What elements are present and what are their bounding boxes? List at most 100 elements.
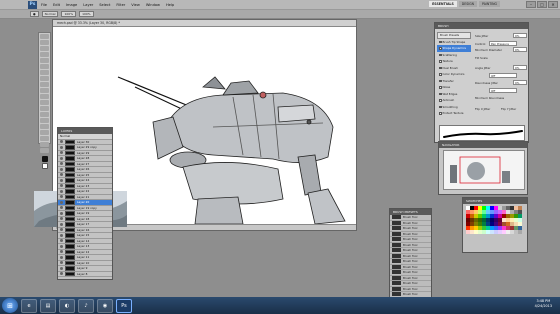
mode-select[interactable]: Normal (41, 11, 59, 17)
hand-tool-icon[interactable] (40, 142, 49, 147)
brush-picker[interactable]: ● (30, 11, 39, 17)
blur-tool-icon[interactable] (40, 106, 49, 111)
eye-icon[interactable] (60, 239, 63, 243)
document-tab[interactable]: mech.psd @ 33.3% (Layer 30, RGB/8) * (53, 20, 356, 27)
quick-select-tool-icon[interactable] (40, 52, 49, 57)
size-jitter-field[interactable]: 0% (513, 33, 527, 38)
taskbar-photoshop-icon[interactable]: Ps (116, 298, 132, 313)
dodge-tool-icon[interactable] (40, 112, 49, 117)
eye-icon[interactable] (60, 266, 63, 270)
eye-icon[interactable] (60, 140, 63, 144)
checkbox-icon[interactable] (439, 47, 442, 50)
color-swatch[interactable] (518, 230, 522, 234)
flow-field[interactable]: 100% (79, 11, 94, 17)
eye-icon[interactable] (60, 156, 63, 160)
menu-edit[interactable]: Edit (53, 3, 60, 7)
start-button[interactable]: ⊞ (2, 298, 18, 313)
workspace-design[interactable]: DESIGN (458, 1, 478, 7)
taskbar-chrome-icon[interactable]: ◐ (59, 298, 75, 313)
taskbar-ie-icon[interactable]: e (21, 298, 37, 313)
history-brush-tool-icon[interactable] (40, 88, 49, 93)
angle-control-select[interactable]: Off (489, 73, 517, 78)
roundness-jitter-field[interactable]: 0% (513, 80, 527, 85)
checkbox-icon[interactable] (439, 40, 442, 43)
eye-icon[interactable] (60, 200, 63, 204)
eye-icon[interactable] (60, 244, 63, 248)
move-tool-icon[interactable] (40, 34, 49, 39)
gradient-tool-icon[interactable] (40, 100, 49, 105)
close-button[interactable]: ✕ (548, 1, 558, 8)
checkbox-icon[interactable] (439, 86, 442, 89)
background-color-swatch[interactable] (41, 163, 48, 169)
checkbox-icon[interactable] (439, 73, 442, 76)
checkbox-icon[interactable] (439, 105, 442, 108)
zoom-tool-icon[interactable] (40, 148, 49, 153)
foreground-color-swatch[interactable] (41, 156, 48, 162)
flip-x-jitter-checkbox[interactable]: Flip X Jitter (475, 107, 490, 111)
eye-icon[interactable] (60, 206, 63, 210)
eye-icon[interactable] (60, 167, 63, 171)
eye-icon[interactable] (60, 178, 63, 182)
minimize-button[interactable]: – (526, 1, 536, 8)
pen-tool-icon[interactable] (40, 118, 49, 123)
angle-jitter-field[interactable]: 0% (513, 65, 527, 70)
checkbox-icon[interactable] (439, 60, 442, 63)
eye-icon[interactable] (60, 233, 63, 237)
layer-row[interactable]: Layer 8 (58, 271, 112, 277)
flip-y-jitter-checkbox[interactable]: Flip Y Jitter (501, 107, 516, 111)
control-select[interactable]: Pen Pressure (489, 41, 517, 46)
checkbox-icon[interactable] (439, 66, 442, 69)
type-tool-icon[interactable] (40, 124, 49, 129)
menu-window[interactable]: Window (146, 3, 160, 7)
workspace-painting[interactable]: PAINTING (479, 1, 500, 7)
eyedropper-tool-icon[interactable] (40, 64, 49, 69)
crop-tool-icon[interactable] (40, 58, 49, 63)
menu-help[interactable]: Help (166, 3, 174, 7)
clone-tool-icon[interactable] (40, 82, 49, 87)
eye-icon[interactable] (60, 173, 63, 177)
eraser-tool-icon[interactable] (40, 94, 49, 99)
healing-tool-icon[interactable] (40, 70, 49, 75)
taskbar-explorer-icon[interactable]: ▤ (40, 298, 56, 313)
taskbar-app-icon[interactable]: ◉ (97, 298, 113, 313)
roundness-control-select[interactable]: Off (489, 88, 517, 93)
eye-icon[interactable] (60, 228, 63, 232)
taskbar-media-icon[interactable]: ♪ (78, 298, 94, 313)
system-clock[interactable]: 3:48 PM 4/24/2013 (535, 299, 552, 309)
menu-view[interactable]: View (131, 3, 140, 7)
eye-icon[interactable] (60, 250, 63, 254)
shape-tool-icon[interactable] (40, 136, 49, 141)
menu-image[interactable]: Image (66, 3, 77, 7)
eye-icon[interactable] (60, 189, 63, 193)
maximize-button[interactable]: □ (537, 1, 547, 8)
eye-icon[interactable] (60, 151, 63, 155)
checkbox-icon[interactable] (439, 79, 442, 82)
menu-file[interactable]: File (41, 3, 47, 7)
menu-layer[interactable]: Layer (83, 3, 93, 7)
brush-option-item[interactable]: Protect Texture (437, 110, 471, 117)
eye-icon[interactable] (60, 217, 63, 221)
eye-icon[interactable] (60, 222, 63, 226)
checkbox-icon[interactable] (439, 112, 442, 115)
eye-icon[interactable] (60, 255, 63, 259)
opacity-field[interactable]: 100% (61, 11, 77, 17)
brush-tool-icon[interactable] (40, 76, 49, 81)
eye-icon[interactable] (60, 261, 63, 265)
eye-icon[interactable] (60, 195, 63, 199)
lasso-tool-icon[interactable] (40, 46, 49, 51)
eye-icon[interactable] (60, 162, 63, 166)
eye-icon[interactable] (60, 272, 63, 276)
checkbox-icon[interactable] (439, 92, 442, 95)
menu-select[interactable]: Select (99, 3, 110, 7)
eye-icon[interactable] (60, 145, 63, 149)
eye-icon[interactable] (60, 211, 63, 215)
menu-filter[interactable]: Filter (116, 3, 125, 7)
min-diameter-field[interactable]: 0% (513, 47, 527, 52)
navigator-thumbnail[interactable] (443, 150, 525, 190)
marquee-tool-icon[interactable] (40, 40, 49, 45)
path-select-tool-icon[interactable] (40, 130, 49, 135)
eye-icon[interactable] (60, 184, 63, 188)
workspace-essentials[interactable]: ESSENTIALS (429, 1, 457, 7)
checkbox-icon[interactable] (439, 53, 442, 56)
checkbox-icon[interactable] (439, 99, 442, 102)
